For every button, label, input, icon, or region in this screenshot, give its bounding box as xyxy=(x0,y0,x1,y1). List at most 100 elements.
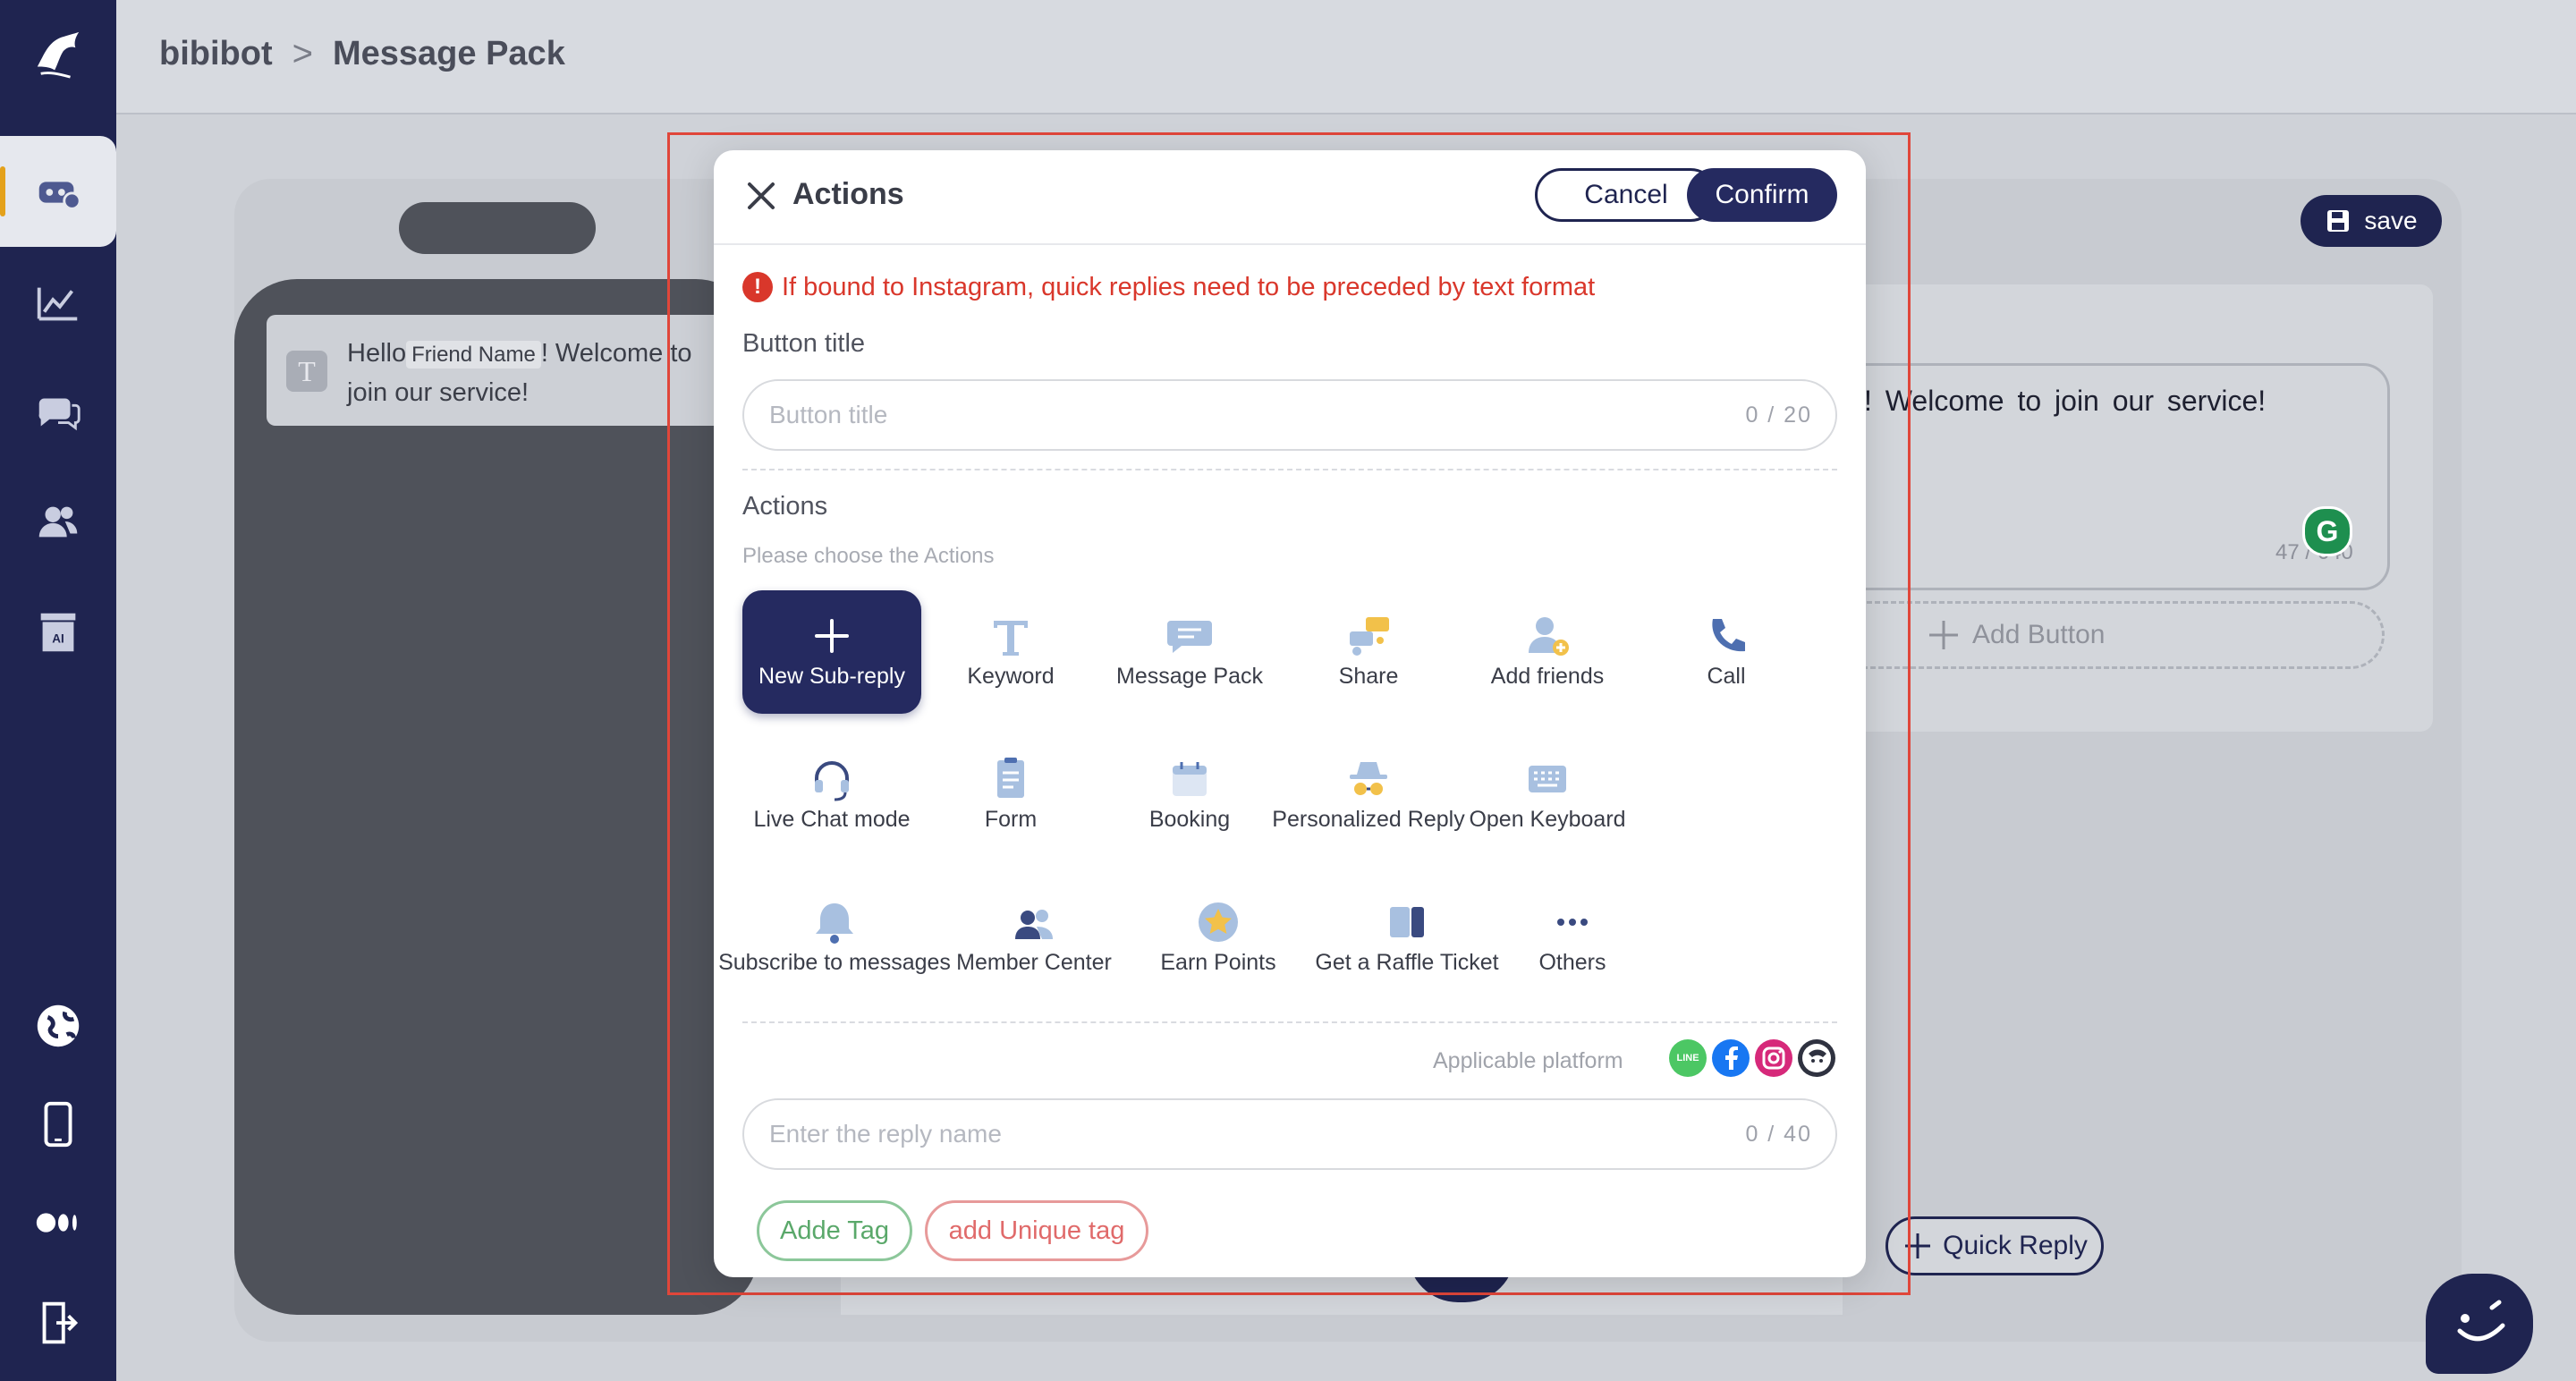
action-label: Add friends xyxy=(1490,664,1605,689)
actions-hint: Please choose the Actions xyxy=(742,544,995,568)
action-get-a-raffle-ticket[interactable]: Get a Raffle Ticket xyxy=(1309,877,1504,1000)
modal-header: Actions Cancel Confirm xyxy=(714,150,1866,245)
plus-icon xyxy=(815,619,849,653)
add-tag-button[interactable]: Adde Tag xyxy=(757,1200,912,1261)
quick-reply-button[interactable]: Quick Reply xyxy=(1885,1216,2104,1275)
conversation-icon[interactable] xyxy=(27,381,89,444)
warning-text: If bound to Instagram, quick replies nee… xyxy=(782,272,1596,301)
actions-modal: Actions Cancel Confirm ! If bound to Ins… xyxy=(714,150,1866,1277)
analytics-chart-icon[interactable] xyxy=(27,272,89,335)
friend-name-chip: Friend Name xyxy=(406,341,541,369)
action-label: Booking xyxy=(1148,807,1231,832)
actions-label: Actions xyxy=(742,492,828,521)
quick-reply-label: Quick Reply xyxy=(1943,1231,2088,1260)
action-member-center[interactable]: Member Center xyxy=(945,877,1123,1000)
breadcrumb-current: Message Pack xyxy=(332,35,565,72)
action-label: Call xyxy=(1707,664,1746,689)
globe-icon[interactable] xyxy=(27,995,89,1057)
facebook-platform-icon xyxy=(1712,1039,1750,1077)
button-title-label: Button title xyxy=(742,329,866,358)
preview-greeting: Hello xyxy=(347,339,407,368)
bell-icon xyxy=(816,903,853,944)
button-title-placeholder: Button title xyxy=(769,401,888,428)
action-label: Keyword xyxy=(967,664,1055,689)
action-label: Form xyxy=(984,807,1038,832)
add-friend-icon xyxy=(1529,617,1569,656)
smile-face-icon xyxy=(2457,1300,2505,1342)
save-button[interactable]: save xyxy=(2301,195,2442,247)
action-form[interactable]: Form xyxy=(921,733,1100,857)
message-text: ! Welcome to join our service! xyxy=(1864,385,2267,417)
action-message-pack[interactable]: Message Pack xyxy=(1100,590,1279,714)
message-icon xyxy=(1167,621,1212,653)
add-button-button[interactable]: Add Button xyxy=(1825,601,2385,669)
warning-icon: ! xyxy=(742,272,773,302)
divider xyxy=(742,469,1837,470)
reply-name-input[interactable]: Enter the reply name 0 / 40 xyxy=(742,1098,1837,1170)
action-label: Live Chat mode xyxy=(753,807,911,832)
confirm-button[interactable]: Confirm xyxy=(1687,168,1837,222)
keyboard-icon xyxy=(1529,766,1566,792)
action-keyword[interactable]: Keyword xyxy=(921,590,1100,714)
logout-icon[interactable] xyxy=(27,1292,89,1354)
preview-message-text: Hello Friend Name! Welcome to join our se… xyxy=(347,335,723,411)
action-personalized-reply[interactable]: Personalized Reply xyxy=(1272,733,1465,857)
action-booking[interactable]: Booking xyxy=(1100,733,1279,857)
star-icon xyxy=(1199,902,1238,942)
ai-box-icon[interactable]: AI xyxy=(27,601,89,664)
action-label: Message Pack xyxy=(1116,664,1263,689)
action-others[interactable]: Others xyxy=(1510,877,1635,1000)
modal-title: Actions xyxy=(792,177,904,211)
action-label: Earn Points xyxy=(1160,950,1276,975)
close-icon[interactable] xyxy=(742,177,780,215)
action-call[interactable]: Call xyxy=(1637,590,1816,714)
headset-icon xyxy=(815,761,849,801)
medium-logo-icon[interactable] xyxy=(27,1191,89,1254)
mobile-device-icon[interactable] xyxy=(27,1093,89,1156)
sidebar: AI xyxy=(0,0,116,1381)
bot-settings-icon[interactable] xyxy=(27,161,89,224)
ticket-icon xyxy=(1390,907,1424,937)
line-platform-icon: LINE xyxy=(1669,1039,1707,1077)
reply-name-placeholder: Enter the reply name xyxy=(769,1120,1002,1148)
action-subscribe-to-messages[interactable]: Subscribe to messages xyxy=(718,877,951,1000)
action-new-sub-reply[interactable]: New Sub-reply xyxy=(742,590,921,714)
more-icon xyxy=(1557,919,1588,926)
action-add-friends[interactable]: Add friends xyxy=(1458,590,1637,714)
action-label: Member Center xyxy=(956,950,1112,975)
phone-notch xyxy=(399,202,596,254)
button-title-counter: 0 / 20 xyxy=(1745,402,1812,428)
floppy-disk-icon xyxy=(2327,210,2350,232)
top-header: bibibot > Message Pack xyxy=(116,0,2576,114)
save-label: save xyxy=(2364,207,2418,234)
users-icon[interactable] xyxy=(27,490,89,553)
manta-logo-icon[interactable] xyxy=(27,23,89,86)
instagram-platform-icon xyxy=(1755,1039,1792,1077)
preview-message-bubble: T Hello Friend Name! Welcome to join our … xyxy=(267,315,732,426)
action-live-chat-mode[interactable]: Live Chat mode xyxy=(742,733,921,857)
phone-icon xyxy=(1712,619,1745,652)
line-platform-text: LINE xyxy=(1676,1053,1699,1063)
applicable-platform-label: Applicable platform xyxy=(1433,1048,1623,1073)
action-open-keyboard[interactable]: Open Keyboard xyxy=(1458,733,1637,857)
action-share[interactable]: Share xyxy=(1279,590,1458,714)
add-unique-tag-button[interactable]: add Unique tag xyxy=(925,1200,1148,1261)
grammarly-badge-icon[interactable]: G xyxy=(2302,506,2352,556)
plus-icon xyxy=(1929,621,1958,649)
breadcrumb-root[interactable]: bibibot xyxy=(159,35,273,73)
chat-widget-button[interactable] xyxy=(2426,1274,2533,1374)
breadcrumb: bibibot > Message Pack xyxy=(159,34,565,74)
reply-name-counter: 0 / 40 xyxy=(1745,1122,1812,1147)
webchat-platform-icon xyxy=(1798,1039,1835,1077)
breadcrumb-separator: > xyxy=(292,34,313,73)
share-icon xyxy=(1350,617,1389,656)
svg-text:AI: AI xyxy=(52,632,64,646)
plus-icon xyxy=(1905,1233,1931,1258)
action-earn-points[interactable]: Earn Points xyxy=(1129,877,1308,1000)
action-label: Others xyxy=(1538,950,1606,975)
text-t-icon xyxy=(994,621,1028,656)
button-title-input[interactable]: Button title 0 / 20 xyxy=(742,379,1837,451)
incognito-icon xyxy=(1350,762,1387,795)
add-button-label: Add Button xyxy=(1972,620,2106,649)
phone-preview xyxy=(234,279,758,1315)
